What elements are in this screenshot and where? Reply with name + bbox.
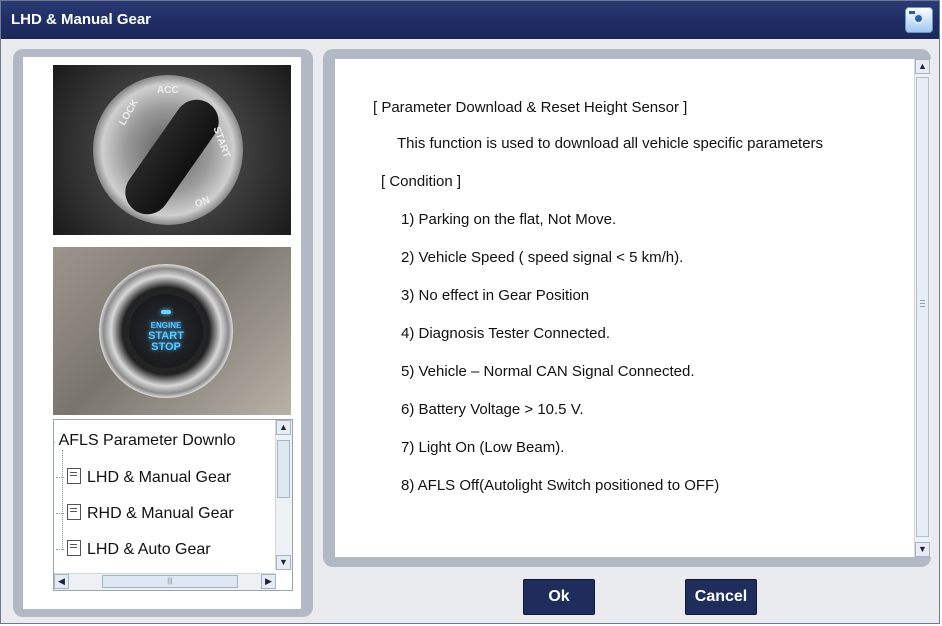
scroll-down-icon[interactable]: ▼ xyxy=(276,555,291,570)
condition-item: 8) AFLS Off(Autolight Switch positioned … xyxy=(401,477,720,494)
condition-item: 6) Battery Voltage > 10.5 V. xyxy=(401,401,584,418)
camera-icon[interactable] xyxy=(905,7,933,33)
ignition-label-acc: ACC xyxy=(157,85,179,96)
cancel-button[interactable]: Cancel xyxy=(685,579,757,615)
scroll-left-icon[interactable]: ◀ xyxy=(54,574,69,589)
condition-heading: [ Condition ] xyxy=(381,173,462,190)
start-button-label-engine: ENGINE xyxy=(150,320,182,330)
description-vertical-scrollbar[interactable]: ▲ ▼ xyxy=(914,59,931,557)
condition-item: 5) Vehicle – Normal CAN Signal Connected… xyxy=(401,363,695,380)
tree-scroll-thumb[interactable] xyxy=(277,440,290,498)
start-stop-button-photo: ENGINE START STOP xyxy=(53,247,291,415)
document-icon xyxy=(67,540,81,556)
condition-item: 2) Vehicle Speed ( speed signal < 5 km/h… xyxy=(401,249,684,266)
function-tree: ▸ AFLS Parameter Downlo LHD & Manual Gea… xyxy=(53,419,293,591)
description-box: [ Parameter Download & Reset Height Sens… xyxy=(335,59,931,557)
document-icon xyxy=(67,504,81,520)
tree-root-label: AFLS Parameter Downlo xyxy=(58,432,236,449)
tree-vertical-scrollbar[interactable]: ▲ ▼ xyxy=(275,420,292,570)
condition-item: 1) Parking on the flat, Not Move. xyxy=(401,211,617,228)
right-panel: [ Parameter Download & Reset Height Sens… xyxy=(323,49,931,567)
document-icon xyxy=(67,468,81,484)
condition-item: 7) Light On (Low Beam). xyxy=(401,439,565,456)
tree-item-rhd-manual[interactable]: RHD & Manual Gear xyxy=(56,504,234,528)
tree-item-label: LHD & Manual Gear xyxy=(87,469,232,486)
scroll-up-icon[interactable]: ▲ xyxy=(915,59,930,74)
scroll-up-icon[interactable]: ▲ xyxy=(276,420,291,435)
ignition-key-photo: LOCK ACC START ON xyxy=(53,65,291,235)
description-scroll-thumb[interactable] xyxy=(916,77,929,537)
condition-item: 4) Diagnosis Tester Connected. xyxy=(401,325,611,342)
tree-root-item[interactable]: ▸ AFLS Parameter Downlo xyxy=(54,432,236,456)
left-panel: LOCK ACC START ON ENGINE START STOP ▸ AF xyxy=(13,49,313,617)
section-heading: [ Parameter Download & Reset Height Sens… xyxy=(373,99,688,116)
ok-button[interactable]: Ok xyxy=(523,579,595,615)
tree-item-lhd-manual[interactable]: LHD & Manual Gear xyxy=(56,468,231,492)
start-button-label-stop: STOP xyxy=(151,340,181,353)
left-panel-inner: LOCK ACC START ON ENGINE START STOP ▸ AF xyxy=(23,57,301,609)
engine-start-stop-button: ENGINE START STOP xyxy=(129,294,203,368)
window-title: LHD & Manual Gear xyxy=(11,11,152,28)
tree-item-lhd-auto[interactable]: LHD & Auto Gear xyxy=(56,540,211,564)
tree-horizontal-scrollbar[interactable]: ◀ ||| ▶ xyxy=(54,573,276,590)
tree-item-label: LHD & Auto Gear xyxy=(87,541,211,558)
title-bar: LHD & Manual Gear xyxy=(1,1,939,39)
scroll-down-icon[interactable]: ▼ xyxy=(915,542,930,557)
tree-hscroll-thumb[interactable]: ||| xyxy=(102,575,238,588)
tree-item-label: RHD & Manual Gear xyxy=(87,505,234,522)
condition-item: 3) No effect in Gear Position xyxy=(401,287,590,304)
description-line: This function is used to download all ve… xyxy=(397,135,824,152)
start-button-label-start: START xyxy=(148,329,184,342)
scroll-right-icon[interactable]: ▶ xyxy=(261,574,276,589)
description-text: [ Parameter Download & Reset Height Sens… xyxy=(335,59,915,557)
dialog-window: LHD & Manual Gear LOCK ACC START ON ENGI… xyxy=(0,0,940,624)
